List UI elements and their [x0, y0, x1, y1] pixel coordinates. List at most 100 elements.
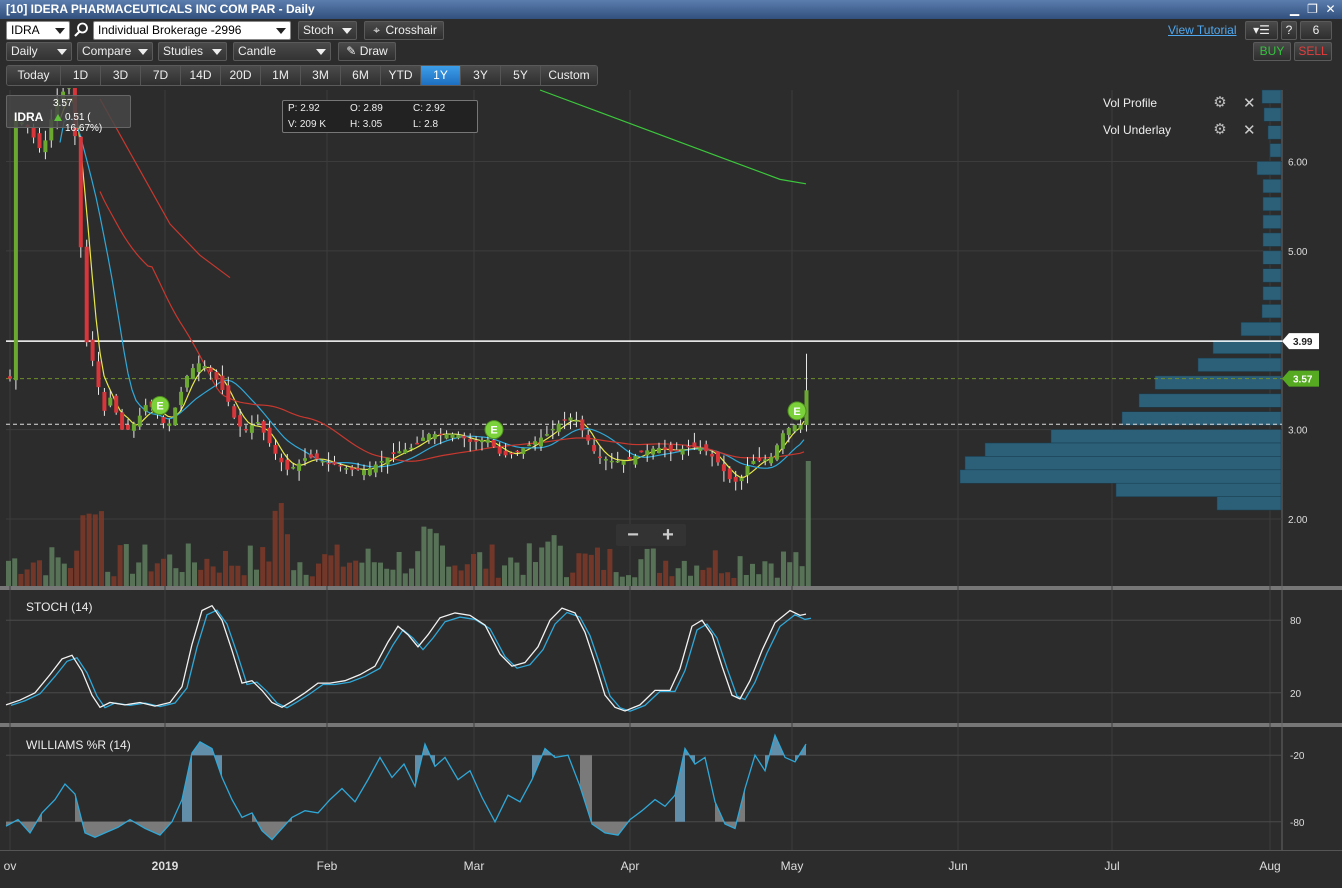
candle-body: [31, 127, 36, 138]
volume-bar: [576, 553, 582, 586]
volume-bar: [37, 560, 42, 586]
candle-body: [126, 424, 130, 430]
candle-body: [509, 452, 514, 455]
symbol-input[interactable]: IDRA: [6, 21, 70, 40]
candle-body: [291, 467, 296, 469]
range-1m[interactable]: 1M: [261, 66, 301, 85]
studies-select-value: Studies: [163, 44, 204, 58]
account-select[interactable]: Individual Brokerage -2996: [93, 21, 291, 40]
gear-icon[interactable]: ⚙: [1213, 122, 1227, 137]
volume-bar: [694, 565, 700, 586]
volume-bar: [12, 558, 18, 586]
minimize-icon[interactable]: ▁: [1287, 2, 1302, 17]
chart-type-select-value: Candle: [238, 44, 277, 58]
volume-bar: [477, 552, 483, 586]
candle-body: [320, 461, 325, 463]
candle-body: [580, 419, 585, 431]
candle-body: [780, 433, 785, 449]
candle-body: [468, 438, 473, 442]
range-3y[interactable]: 3Y: [461, 66, 501, 85]
volume-bar: [619, 576, 625, 586]
volume-bar: [297, 562, 303, 586]
price-tick-label: 3.00: [1288, 426, 1308, 437]
volume-bar: [650, 548, 656, 586]
candle-body: [639, 450, 644, 453]
chevron-down-icon: [55, 28, 65, 34]
candle-body: [733, 476, 738, 482]
volume-bar: [272, 510, 278, 586]
range-5y[interactable]: 5Y: [501, 66, 541, 85]
studies-select[interactable]: Studies: [158, 42, 227, 61]
menu-button[interactable]: ▾☰: [1245, 21, 1278, 40]
volume-bar: [86, 513, 92, 586]
range-3m[interactable]: 3M: [301, 66, 341, 85]
study-vol-profile[interactable]: Vol Profile: [1103, 96, 1157, 110]
candle-body: [657, 448, 661, 454]
stoch-tick-label: 80: [1290, 616, 1302, 627]
candle-body: [308, 454, 313, 458]
close-icon[interactable]: ✕: [1323, 2, 1338, 17]
volume-bar: [464, 564, 470, 586]
range-7d[interactable]: 7D: [141, 66, 181, 85]
candle-body: [344, 468, 349, 470]
range-1d[interactable]: 1D: [61, 66, 101, 85]
candle-body: [485, 439, 490, 443]
chart-canvas[interactable]: ov 2019 Feb Mar Apr May Jun Jul Aug 6.00 5.00 3.00 2…: [0, 88, 1342, 888]
zoom-in-button[interactable]: +: [651, 524, 685, 546]
range-20d[interactable]: 20D: [221, 66, 261, 85]
gear-icon[interactable]: ⚙: [1213, 95, 1227, 110]
close-icon[interactable]: ✕: [1243, 123, 1256, 138]
study-vol-underlay[interactable]: Vol Underlay: [1103, 123, 1171, 137]
ohlc-low: L: 2.8: [413, 119, 439, 130]
range-today[interactable]: Today: [7, 66, 61, 85]
candle-body: [426, 434, 431, 441]
help-button[interactable]: ?: [1281, 21, 1297, 40]
candle-body: [409, 447, 414, 450]
candle-body: [379, 461, 384, 463]
volume-bar: [743, 574, 749, 586]
volume-profile-bar: [1261, 89, 1282, 104]
volume-bar: [241, 575, 247, 586]
draw-button[interactable]: ✎ Draw: [338, 42, 396, 61]
window-titlebar[interactable]: [10] IDERA PHARMACEUTICALS INC COM PAR -…: [0, 0, 1342, 19]
range-3d[interactable]: 3D: [101, 66, 141, 85]
zoom-out-button[interactable]: −: [616, 524, 650, 546]
range-14d[interactable]: 14D: [181, 66, 221, 85]
chart-window: [10] IDERA PHARMACEUTICALS INC COM PAR -…: [0, 0, 1342, 888]
compare-select[interactable]: Compare: [77, 42, 153, 61]
candle-body: [633, 455, 638, 465]
search-icon[interactable]: [73, 21, 90, 38]
candle-body: [314, 453, 319, 460]
volume-bar: [136, 562, 142, 586]
volume-profile-bar: [1197, 357, 1282, 372]
chart-type-select[interactable]: Candle: [233, 42, 331, 61]
ticker-change: 0.51 ( 16.67%): [65, 112, 103, 134]
volume-bar: [123, 544, 129, 586]
candle-body: [686, 446, 691, 448]
volume-bar: [495, 577, 501, 586]
maximize-icon[interactable]: ❐: [1305, 2, 1320, 17]
crosshair-icon: ⌖: [373, 23, 381, 37]
volume-profile-bar: [1154, 375, 1282, 390]
range-custom[interactable]: Custom: [541, 66, 597, 85]
interval-select[interactable]: Daily: [6, 42, 72, 61]
volume-bar: [731, 577, 737, 586]
candle-body: [267, 427, 272, 444]
layout-count-button[interactable]: 6: [1300, 21, 1332, 40]
volume-bar: [489, 544, 495, 586]
buy-button[interactable]: BUY: [1253, 42, 1291, 61]
close-icon[interactable]: ✕: [1243, 96, 1256, 111]
candle-body: [627, 456, 632, 460]
range-1y[interactable]: 1Y: [421, 66, 461, 85]
volume-bar: [601, 569, 607, 586]
view-tutorial-link[interactable]: View Tutorial: [1168, 23, 1236, 37]
candle-body: [385, 457, 390, 465]
volume-bar: [309, 576, 315, 586]
range-6m[interactable]: 6M: [341, 66, 381, 85]
indicator-select[interactable]: Stoch: [298, 21, 357, 40]
range-ytd[interactable]: YTD: [381, 66, 421, 85]
candle-body: [727, 468, 732, 480]
candle-body: [757, 457, 762, 461]
crosshair-button[interactable]: ⌖ Crosshair: [364, 21, 444, 40]
sell-button[interactable]: SELL: [1294, 42, 1332, 61]
